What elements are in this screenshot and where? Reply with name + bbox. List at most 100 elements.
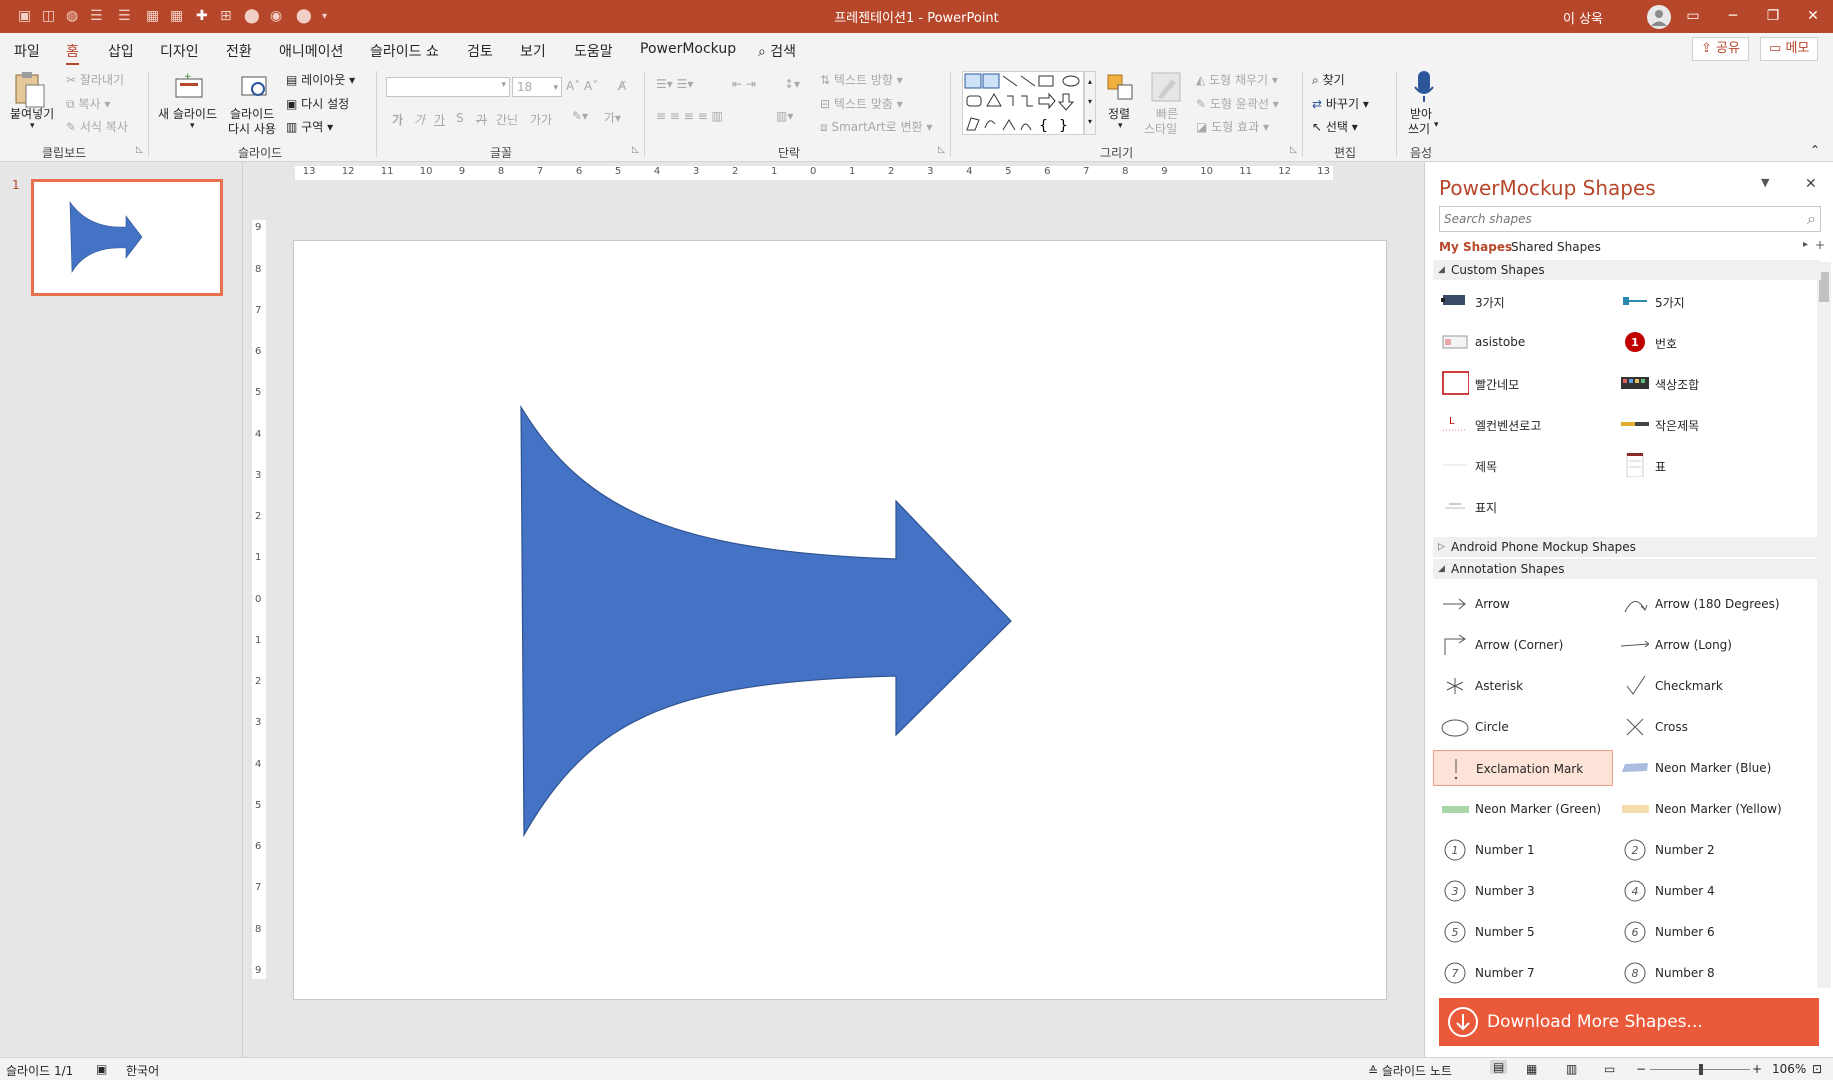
arrange-icon[interactable]	[1106, 73, 1136, 104]
layout-button[interactable]: ▤ 레이아웃 ▾	[286, 71, 355, 88]
shape-outline-button[interactable]: ✎ 도형 윤곽선 ▾	[1196, 95, 1279, 112]
tab-help[interactable]: 도움말	[574, 41, 613, 61]
zoom-level[interactable]: 106%	[1772, 1062, 1806, 1076]
text-direction-button[interactable]: ⇅ 텍스트 방향 ▾	[820, 71, 903, 88]
shape-item[interactable]: L 엘컨벤션로고	[1433, 406, 1613, 442]
tab-search[interactable]: ⌕ 검색	[758, 41, 796, 61]
find-button[interactable]: ⌕ 찾기	[1312, 71, 1345, 88]
fit-to-window-icon[interactable]: ⊡	[1812, 1062, 1822, 1076]
new-slide-icon[interactable]: +	[174, 72, 204, 102]
tab-transitions[interactable]: 전환	[226, 41, 252, 61]
tab-design[interactable]: 디자인	[160, 41, 199, 61]
drawing-launcher-icon[interactable]: ◺	[1290, 145, 1297, 155]
tab-insert[interactable]: 삽입	[108, 41, 134, 61]
shapes-gallery-scroll[interactable]: ▴ ▾ ▾	[1084, 71, 1096, 135]
align-text-button[interactable]: ⊟ 텍스트 맞춤 ▾	[820, 95, 903, 112]
avatar[interactable]	[1647, 5, 1671, 29]
shadow-button[interactable]: S	[456, 111, 464, 125]
close-icon[interactable]: ✕	[1793, 4, 1833, 28]
reset-button[interactable]: ▣ 다시 설정	[286, 95, 349, 112]
format-painter-button[interactable]: ✎ 서식 복사	[66, 118, 128, 135]
font-launcher-icon[interactable]: ◺	[632, 145, 639, 155]
share-button[interactable]: ⇪ 공유	[1692, 37, 1749, 61]
collapse-ribbon-icon[interactable]: ⌃	[1810, 143, 1820, 157]
shape-item[interactable]: 2 Number 2	[1613, 832, 1793, 868]
font-color-icon[interactable]: 가▾	[604, 109, 621, 126]
shape-effects-button[interactable]: ◪ 도형 효과 ▾	[1196, 118, 1269, 135]
strikethrough-button[interactable]: 가	[476, 111, 487, 128]
bold-button[interactable]: 가	[392, 111, 403, 128]
font-name-combo[interactable]: ▾	[386, 77, 510, 97]
microphone-icon[interactable]	[1412, 69, 1436, 106]
shape-item[interactable]: 작은제목	[1613, 406, 1793, 442]
shape-item[interactable]: Arrow	[1433, 586, 1613, 622]
add-library-icon[interactable]: +	[1815, 238, 1825, 252]
reuse-slides-icon[interactable]	[240, 73, 270, 102]
notes-button[interactable]: ≙ 슬라이드 노트	[1368, 1062, 1452, 1079]
download-more-shapes-button[interactable]: Download More Shapes... ⌄	[1439, 992, 1827, 1046]
shape-item[interactable]: 7 Number 7	[1433, 955, 1613, 990]
font-size-combo[interactable]: 18 ▾	[512, 77, 562, 97]
paragraph-launcher-icon[interactable]: ◺	[938, 145, 945, 155]
shape-item[interactable]: 3가지	[1433, 283, 1613, 319]
shape-item[interactable]: Arrow (180 Degrees)	[1613, 586, 1793, 622]
section-annotation-shapes[interactable]: ◢ Annotation Shapes	[1433, 559, 1821, 579]
italic-button[interactable]: 가	[414, 111, 425, 128]
curved-arrow-shape[interactable]	[294, 241, 1388, 1001]
copy-button[interactable]: ⧉ 복사 ▾	[66, 95, 110, 112]
shape-item[interactable]: Cross	[1613, 709, 1793, 745]
shape-item[interactable]: 8 Number 8	[1613, 955, 1793, 990]
expand-icon[interactable]: ▸	[1803, 239, 1808, 250]
tab-slideshow[interactable]: 슬라이드 쇼	[370, 41, 439, 61]
highlight-icon[interactable]: ✎▾	[572, 109, 588, 123]
taskpane-close-icon[interactable]: ✕	[1805, 176, 1817, 192]
tab-animations[interactable]: 애니메이션	[279, 41, 343, 61]
spellcheck-icon[interactable]: ▣	[96, 1062, 107, 1076]
shape-item[interactable]: 빨간네모	[1433, 365, 1613, 401]
shape-item[interactable]: 1 번호	[1613, 324, 1793, 360]
shape-item[interactable]: 6 Number 6	[1613, 914, 1793, 950]
tab-home[interactable]: 홈	[66, 41, 79, 66]
minimize-icon[interactable]: ─	[1713, 4, 1753, 28]
ribbon-display-icon[interactable]: ▭	[1673, 4, 1713, 28]
slide-thumbnail[interactable]	[31, 179, 223, 296]
restore-icon[interactable]: ❐	[1753, 4, 1793, 28]
shape-item[interactable]: 5 Number 5	[1433, 914, 1613, 950]
paste-button[interactable]: 붙여넣기	[10, 105, 54, 122]
shapes-gallery[interactable]: {}	[962, 71, 1084, 135]
search-icon[interactable]: ⌕	[1807, 209, 1816, 229]
shape-item[interactable]: Arrow (Long)	[1613, 627, 1793, 663]
section-android-shapes[interactable]: ▷ Android Phone Mockup Shapes	[1433, 537, 1821, 557]
section-button[interactable]: ▥ 구역 ▾	[286, 118, 333, 135]
shape-item[interactable]: Neon Marker (Blue)	[1613, 750, 1793, 786]
line-spacing-icon[interactable]: ↕▾	[784, 77, 800, 91]
bullets-icon[interactable]: ☰▾ ☰▾	[656, 77, 693, 91]
shape-list-scrollbar[interactable]	[1817, 262, 1831, 988]
gallery-up-icon[interactable]: ▴	[1088, 77, 1092, 86]
shape-item[interactable]: Circle	[1433, 709, 1613, 745]
shape-item[interactable]: 제목	[1433, 447, 1613, 483]
clipboard-launcher-icon[interactable]: ◺	[136, 145, 143, 155]
zoom-slider[interactable]	[1650, 1064, 1750, 1075]
select-button[interactable]: ↖ 선택 ▾	[1312, 118, 1358, 135]
align-icons[interactable]: ≡ ≡ ≡ ≡ ▥	[656, 109, 723, 123]
shape-item[interactable]: 5가지	[1613, 283, 1793, 319]
quick-styles-icon[interactable]	[1150, 71, 1182, 106]
shape-item[interactable]: 표	[1613, 447, 1793, 483]
change-case-button[interactable]: 가가	[530, 111, 552, 128]
tab-view[interactable]: 보기	[520, 41, 546, 61]
shape-search-box[interactable]: ⌕	[1439, 206, 1821, 232]
tab-file[interactable]: 파일	[14, 41, 40, 61]
taskpane-options-icon[interactable]: ▼	[1761, 176, 1769, 189]
shape-item[interactable]: 색상조합	[1613, 365, 1793, 401]
replace-button[interactable]: ⇄ 바꾸기 ▾	[1312, 95, 1369, 112]
slide[interactable]	[293, 240, 1387, 1000]
zoom-out-icon[interactable]: −	[1636, 1062, 1646, 1076]
shape-item[interactable]: 1 Number 1	[1433, 832, 1613, 868]
comments-button[interactable]: ▭ 메모	[1760, 37, 1819, 61]
reading-view-icon[interactable]: ▥	[1566, 1062, 1577, 1076]
character-spacing-button[interactable]: 간닌	[496, 111, 518, 128]
zoom-slider-thumb[interactable]	[1699, 1064, 1703, 1075]
clear-format-icon[interactable]: A̸	[618, 79, 626, 93]
gallery-down-icon[interactable]: ▾	[1088, 97, 1092, 106]
